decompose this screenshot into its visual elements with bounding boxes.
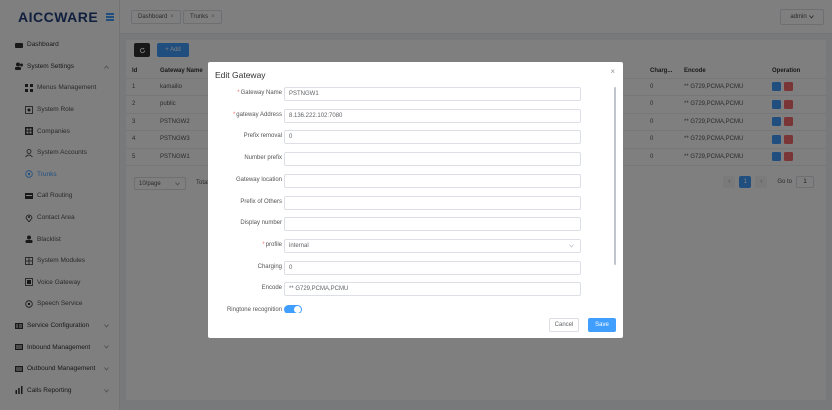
field-label: Number prefix — [244, 155, 282, 162]
form-row-gateway-location: Gateway location — [208, 173, 613, 188]
form-row-prefix-of-others: Prefix of Others — [208, 195, 613, 210]
form-row-prefix-removal: Prefix removal 0 — [208, 130, 613, 145]
profile-select[interactable]: internal — [284, 238, 581, 253]
profile-value: internal — [289, 242, 309, 249]
field-label: Prefix removal — [243, 133, 282, 140]
form-row-gateway-name: *Gateway Name PSTNGW1 — [208, 87, 613, 101]
field-label: Prefix of Others — [240, 198, 282, 205]
field-label: *gateway Address — [232, 111, 282, 118]
field-label: Display number — [240, 220, 282, 227]
form-row-charging: Charging 0 — [208, 260, 613, 275]
form-row-display-number: Display number — [208, 217, 613, 232]
save-button[interactable]: Save — [588, 318, 616, 332]
edit-gateway-dialog: Edit Gateway × *Gateway Name PSTNGW1 *ga… — [208, 62, 623, 338]
field-label: Gateway location — [235, 176, 282, 183]
field-label: Ringtone recognition — [226, 307, 282, 313]
form-row-encode: Encode ** G729,PCMA,PCMU — [208, 282, 613, 297]
chevron-down-icon — [569, 244, 574, 250]
form-row-gateway-address: *gateway Address 8.136.222.102:7080 — [208, 108, 613, 123]
form-row-profile: *profile internal — [208, 238, 613, 253]
prefix-removal-input[interactable]: 0 — [284, 130, 581, 145]
ringtone-recognition-toggle[interactable] — [284, 305, 302, 313]
gateway-name-input[interactable]: PSTNGW1 — [284, 87, 581, 101]
dialog-scrollbar[interactable] — [614, 87, 616, 265]
display-number-input[interactable] — [284, 217, 581, 232]
cancel-button[interactable]: Cancel — [549, 318, 579, 332]
field-label: *profile — [262, 241, 282, 248]
gateway-form: *Gateway Name PSTNGW1 *gateway Address 8… — [208, 85, 613, 313]
form-row-number-prefix: Number prefix — [208, 152, 613, 167]
gateway-address-input[interactable]: 8.136.222.102:7080 — [284, 108, 581, 123]
close-icon[interactable]: × — [610, 67, 615, 76]
dialog-title: Edit Gateway — [215, 70, 266, 80]
number-prefix-input[interactable] — [284, 152, 581, 167]
field-label: *Gateway Name — [237, 90, 282, 96]
prefix-of-others-input[interactable] — [284, 195, 581, 210]
encode-input[interactable]: ** G729,PCMA,PCMU — [284, 282, 581, 297]
field-label: Charging — [257, 263, 282, 270]
gateway-location-input[interactable] — [284, 173, 581, 188]
form-row-ringtone-recognition: Ringtone recognition — [208, 304, 613, 313]
charging-input[interactable]: 0 — [284, 260, 581, 275]
field-label: Encode — [261, 285, 282, 292]
